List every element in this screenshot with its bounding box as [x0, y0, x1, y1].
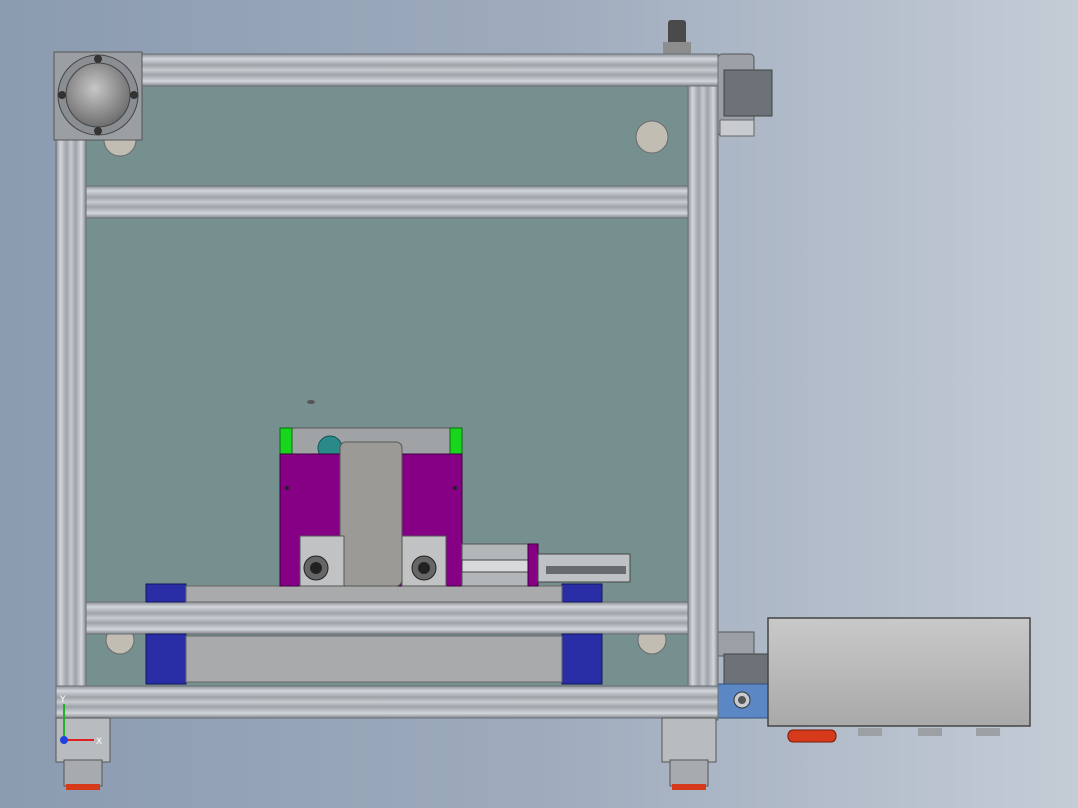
red-foot	[787, 729, 837, 743]
control-box	[767, 617, 1031, 743]
frame-left-rail	[55, 55, 87, 721]
triad-x-label: X	[96, 737, 102, 747]
blue-block-left-upper	[145, 583, 187, 603]
frame-lower-crossbar	[85, 601, 689, 635]
green-tab-left	[279, 427, 293, 455]
purple-end-cap	[527, 543, 539, 587]
right-hinge-lower	[717, 631, 771, 719]
slide-plate	[185, 585, 563, 603]
frame-upper-crossbar	[85, 185, 689, 219]
frame-top-rail	[55, 53, 719, 87]
motor-assembly	[53, 51, 143, 141]
frame-right-rail	[687, 55, 719, 721]
gray-center-plate	[339, 441, 403, 587]
blue-block-right-upper	[561, 583, 603, 603]
cad-viewport[interactable]: Y X	[0, 0, 1078, 808]
frame-bottom-rail	[55, 685, 719, 719]
triad-y-label: Y	[59, 695, 66, 705]
blue-block-right-lower	[561, 633, 603, 685]
foot-right	[661, 717, 717, 790]
blue-block-left-lower	[145, 633, 187, 685]
right-hinge-upper	[717, 53, 773, 137]
lower-slide-plate	[185, 635, 563, 683]
panel-hole-top-right	[635, 120, 669, 154]
center-mechanism	[279, 400, 463, 587]
green-tab-right	[449, 427, 463, 455]
